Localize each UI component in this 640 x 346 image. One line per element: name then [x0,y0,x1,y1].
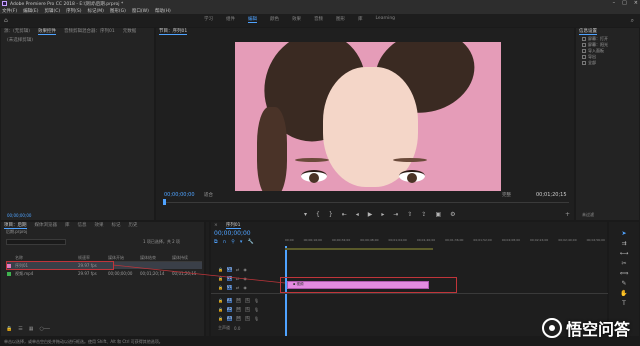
hand-icon[interactable]: ✋ [620,290,627,297]
tool-list: ➤ ⇉ ⟷ ✂ ⟺ ✎ ✋ T [609,222,639,307]
track-select-icon[interactable]: ⇉ [621,240,626,247]
ripple-edit-icon[interactable]: ⟷ [620,250,629,257]
drag-line [112,264,286,284]
drag-arrow [112,264,286,284]
watermark-text: 悟空问答 [565,320,630,339]
wukong-logo-icon [541,318,562,338]
pen-icon[interactable]: ✎ [621,280,626,287]
selection-tool-icon[interactable]: ➤ [621,230,626,237]
watermark: 悟空问答 [541,316,630,340]
slip-icon[interactable]: ⟺ [620,270,629,277]
razor-icon[interactable]: ✂ [621,260,626,267]
type-icon[interactable]: T [622,300,626,307]
